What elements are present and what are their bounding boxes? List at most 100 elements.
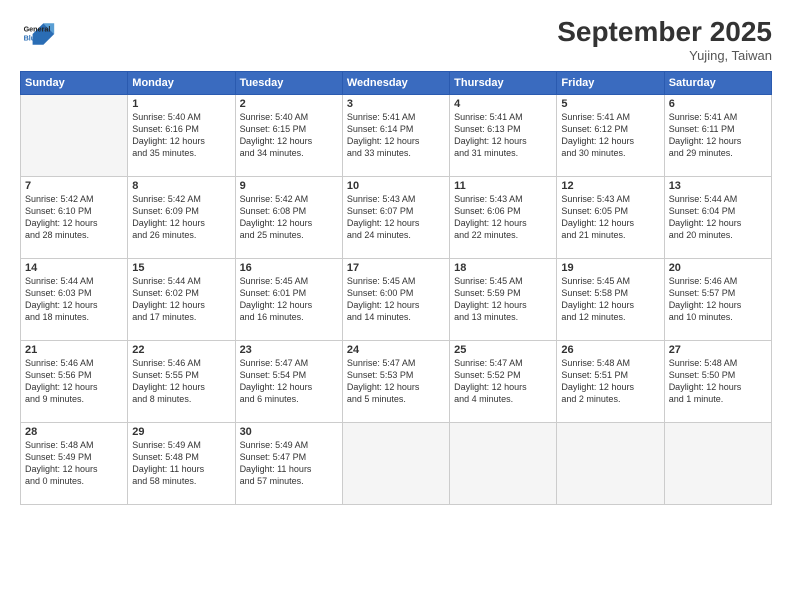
- day-info: Sunrise: 5:43 AMSunset: 6:07 PMDaylight:…: [347, 193, 445, 242]
- day-number: 1: [132, 98, 230, 110]
- calendar-cell: [450, 423, 557, 505]
- day-number: 28: [25, 426, 123, 438]
- calendar-cell: 3Sunrise: 5:41 AMSunset: 6:14 PMDaylight…: [342, 95, 449, 177]
- month-title: September 2025: [557, 16, 772, 48]
- day-number: 5: [561, 98, 659, 110]
- day-number: 30: [240, 426, 338, 438]
- day-info: Sunrise: 5:47 AMSunset: 5:54 PMDaylight:…: [240, 357, 338, 406]
- day-number: 29: [132, 426, 230, 438]
- day-number: 26: [561, 344, 659, 356]
- day-number: 25: [454, 344, 552, 356]
- calendar-cell: 1Sunrise: 5:40 AMSunset: 6:16 PMDaylight…: [128, 95, 235, 177]
- calendar-cell: 11Sunrise: 5:43 AMSunset: 6:06 PMDayligh…: [450, 177, 557, 259]
- calendar-cell: 12Sunrise: 5:43 AMSunset: 6:05 PMDayligh…: [557, 177, 664, 259]
- day-info: Sunrise: 5:44 AMSunset: 6:04 PMDaylight:…: [669, 193, 767, 242]
- day-info: Sunrise: 5:45 AMSunset: 5:58 PMDaylight:…: [561, 275, 659, 324]
- calendar-cell: 7Sunrise: 5:42 AMSunset: 6:10 PMDaylight…: [21, 177, 128, 259]
- logo: General Blue: [20, 16, 56, 52]
- week-row-5: 28Sunrise: 5:48 AMSunset: 5:49 PMDayligh…: [21, 423, 772, 505]
- calendar-cell: 10Sunrise: 5:43 AMSunset: 6:07 PMDayligh…: [342, 177, 449, 259]
- calendar-cell: 16Sunrise: 5:45 AMSunset: 6:01 PMDayligh…: [235, 259, 342, 341]
- title-block: September 2025 Yujing, Taiwan: [557, 16, 772, 63]
- calendar-cell: [21, 95, 128, 177]
- page: General Blue September 2025 Yujing, Taiw…: [0, 0, 792, 612]
- week-row-1: 1Sunrise: 5:40 AMSunset: 6:16 PMDaylight…: [21, 95, 772, 177]
- weekday-header-friday: Friday: [557, 72, 664, 95]
- day-number: 11: [454, 180, 552, 192]
- logo-icon: General Blue: [20, 16, 56, 52]
- calendar-cell: 27Sunrise: 5:48 AMSunset: 5:50 PMDayligh…: [664, 341, 771, 423]
- day-info: Sunrise: 5:42 AMSunset: 6:09 PMDaylight:…: [132, 193, 230, 242]
- calendar-cell: 30Sunrise: 5:49 AMSunset: 5:47 PMDayligh…: [235, 423, 342, 505]
- day-info: Sunrise: 5:46 AMSunset: 5:55 PMDaylight:…: [132, 357, 230, 406]
- day-info: Sunrise: 5:40 AMSunset: 6:15 PMDaylight:…: [240, 111, 338, 160]
- day-number: 23: [240, 344, 338, 356]
- calendar-cell: 25Sunrise: 5:47 AMSunset: 5:52 PMDayligh…: [450, 341, 557, 423]
- calendar-cell: 8Sunrise: 5:42 AMSunset: 6:09 PMDaylight…: [128, 177, 235, 259]
- day-info: Sunrise: 5:41 AMSunset: 6:11 PMDaylight:…: [669, 111, 767, 160]
- day-info: Sunrise: 5:45 AMSunset: 5:59 PMDaylight:…: [454, 275, 552, 324]
- day-info: Sunrise: 5:49 AMSunset: 5:47 PMDaylight:…: [240, 439, 338, 488]
- day-number: 3: [347, 98, 445, 110]
- day-number: 17: [347, 262, 445, 274]
- weekday-header-sunday: Sunday: [21, 72, 128, 95]
- day-number: 27: [669, 344, 767, 356]
- day-number: 7: [25, 180, 123, 192]
- calendar-cell: 9Sunrise: 5:42 AMSunset: 6:08 PMDaylight…: [235, 177, 342, 259]
- day-info: Sunrise: 5:45 AMSunset: 6:00 PMDaylight:…: [347, 275, 445, 324]
- calendar-cell: 13Sunrise: 5:44 AMSunset: 6:04 PMDayligh…: [664, 177, 771, 259]
- day-info: Sunrise: 5:49 AMSunset: 5:48 PMDaylight:…: [132, 439, 230, 488]
- day-number: 14: [25, 262, 123, 274]
- calendar-cell: 15Sunrise: 5:44 AMSunset: 6:02 PMDayligh…: [128, 259, 235, 341]
- day-info: Sunrise: 5:44 AMSunset: 6:03 PMDaylight:…: [25, 275, 123, 324]
- calendar-cell: 4Sunrise: 5:41 AMSunset: 6:13 PMDaylight…: [450, 95, 557, 177]
- day-info: Sunrise: 5:46 AMSunset: 5:57 PMDaylight:…: [669, 275, 767, 324]
- weekday-header-thursday: Thursday: [450, 72, 557, 95]
- day-info: Sunrise: 5:43 AMSunset: 6:06 PMDaylight:…: [454, 193, 552, 242]
- day-number: 12: [561, 180, 659, 192]
- day-number: 24: [347, 344, 445, 356]
- calendar-cell: 20Sunrise: 5:46 AMSunset: 5:57 PMDayligh…: [664, 259, 771, 341]
- day-number: 18: [454, 262, 552, 274]
- weekday-header-monday: Monday: [128, 72, 235, 95]
- calendar-cell: 19Sunrise: 5:45 AMSunset: 5:58 PMDayligh…: [557, 259, 664, 341]
- day-number: 4: [454, 98, 552, 110]
- calendar-cell: 2Sunrise: 5:40 AMSunset: 6:15 PMDaylight…: [235, 95, 342, 177]
- day-number: 16: [240, 262, 338, 274]
- week-row-2: 7Sunrise: 5:42 AMSunset: 6:10 PMDaylight…: [21, 177, 772, 259]
- weekday-header-saturday: Saturday: [664, 72, 771, 95]
- day-info: Sunrise: 5:41 AMSunset: 6:13 PMDaylight:…: [454, 111, 552, 160]
- calendar-cell: 21Sunrise: 5:46 AMSunset: 5:56 PMDayligh…: [21, 341, 128, 423]
- calendar-cell: 24Sunrise: 5:47 AMSunset: 5:53 PMDayligh…: [342, 341, 449, 423]
- day-info: Sunrise: 5:48 AMSunset: 5:49 PMDaylight:…: [25, 439, 123, 488]
- calendar-cell: 29Sunrise: 5:49 AMSunset: 5:48 PMDayligh…: [128, 423, 235, 505]
- day-number: 22: [132, 344, 230, 356]
- day-info: Sunrise: 5:48 AMSunset: 5:51 PMDaylight:…: [561, 357, 659, 406]
- calendar-cell: 18Sunrise: 5:45 AMSunset: 5:59 PMDayligh…: [450, 259, 557, 341]
- day-number: 10: [347, 180, 445, 192]
- day-number: 2: [240, 98, 338, 110]
- calendar-cell: 17Sunrise: 5:45 AMSunset: 6:00 PMDayligh…: [342, 259, 449, 341]
- day-info: Sunrise: 5:47 AMSunset: 5:52 PMDaylight:…: [454, 357, 552, 406]
- calendar-cell: 26Sunrise: 5:48 AMSunset: 5:51 PMDayligh…: [557, 341, 664, 423]
- calendar-cell: [342, 423, 449, 505]
- day-info: Sunrise: 5:48 AMSunset: 5:50 PMDaylight:…: [669, 357, 767, 406]
- svg-text:General: General: [24, 24, 51, 33]
- day-number: 21: [25, 344, 123, 356]
- day-info: Sunrise: 5:42 AMSunset: 6:10 PMDaylight:…: [25, 193, 123, 242]
- day-info: Sunrise: 5:47 AMSunset: 5:53 PMDaylight:…: [347, 357, 445, 406]
- day-number: 13: [669, 180, 767, 192]
- day-number: 6: [669, 98, 767, 110]
- calendar-cell: 6Sunrise: 5:41 AMSunset: 6:11 PMDaylight…: [664, 95, 771, 177]
- day-number: 8: [132, 180, 230, 192]
- calendar-cell: [557, 423, 664, 505]
- calendar-cell: 28Sunrise: 5:48 AMSunset: 5:49 PMDayligh…: [21, 423, 128, 505]
- svg-text:Blue: Blue: [24, 33, 40, 42]
- day-number: 15: [132, 262, 230, 274]
- calendar-cell: 23Sunrise: 5:47 AMSunset: 5:54 PMDayligh…: [235, 341, 342, 423]
- day-info: Sunrise: 5:42 AMSunset: 6:08 PMDaylight:…: [240, 193, 338, 242]
- calendar-cell: 14Sunrise: 5:44 AMSunset: 6:03 PMDayligh…: [21, 259, 128, 341]
- day-info: Sunrise: 5:41 AMSunset: 6:12 PMDaylight:…: [561, 111, 659, 160]
- calendar-cell: 5Sunrise: 5:41 AMSunset: 6:12 PMDaylight…: [557, 95, 664, 177]
- day-number: 9: [240, 180, 338, 192]
